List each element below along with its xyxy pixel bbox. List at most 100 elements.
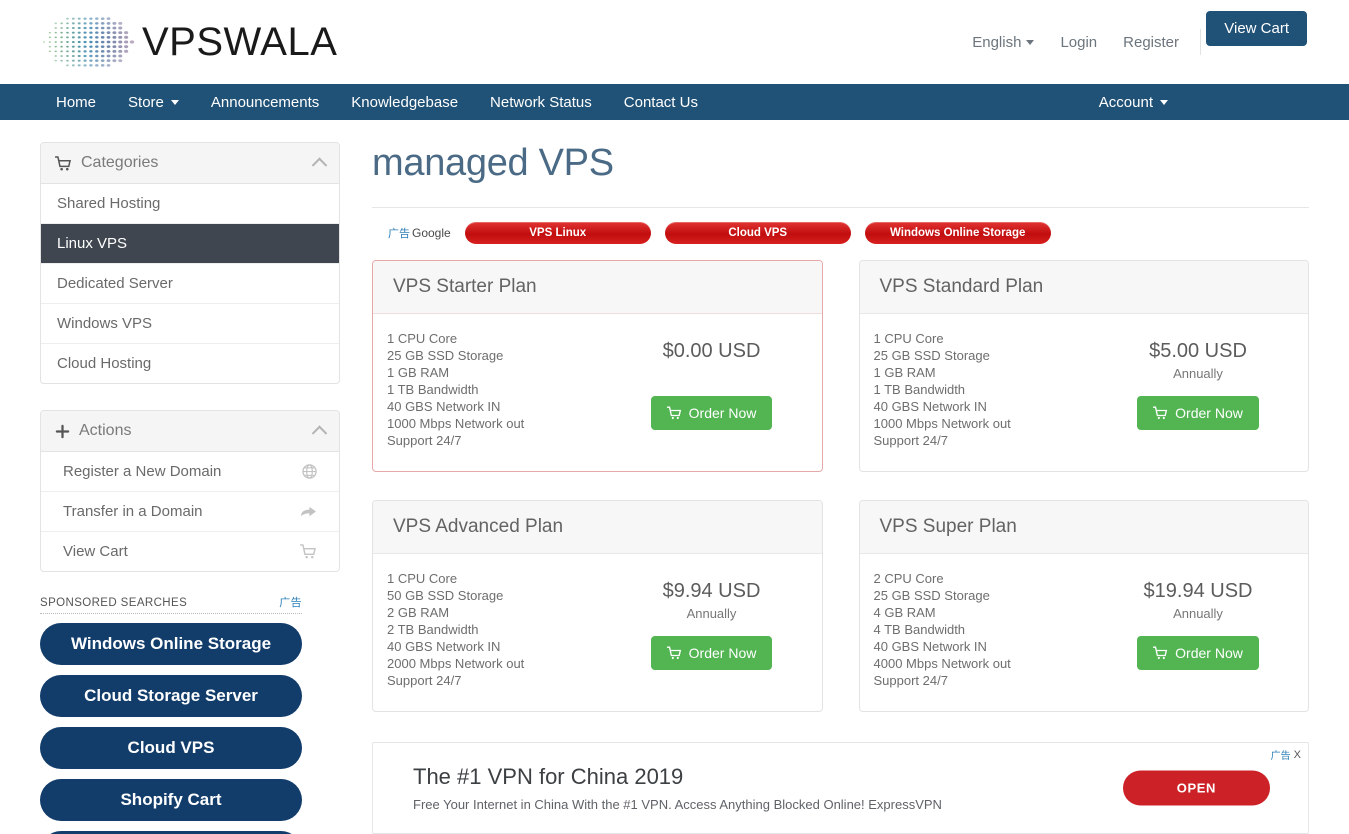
feature-list: 1 CPU Core 25 GB SSD Storage 1 GB RAM 1 … bbox=[874, 330, 1109, 449]
chevron-up-icon[interactable] bbox=[311, 425, 328, 441]
price-column: $5.00 USD Annually Order Now bbox=[1108, 330, 1288, 449]
actions-title: Actions bbox=[79, 422, 132, 439]
categories-title: Categories bbox=[81, 154, 159, 171]
billing-cycle: Annually bbox=[1173, 606, 1223, 621]
sponsored-title: SPONSORED SEARCHES bbox=[40, 597, 188, 609]
order-now-button[interactable]: Order Now bbox=[650, 636, 773, 670]
feature-item: 40 GBS Network IN bbox=[873, 399, 987, 414]
product-card-vps-super-plan[interactable]: VPS Super Plan 2 CPU Core 25 GB SSD Stor… bbox=[858, 500, 1309, 712]
globe-icon bbox=[302, 464, 317, 479]
sidebar-item-windows-vps[interactable]: Windows VPS bbox=[41, 304, 339, 344]
action-register-domain[interactable]: Register a New Domain bbox=[41, 452, 339, 492]
feature-item: 2 GB RAM bbox=[387, 605, 450, 620]
brand-logo[interactable]: VPSWALA bbox=[38, 12, 337, 72]
product-title: VPS Starter Plan bbox=[373, 261, 822, 314]
product-grid: VPS Starter Plan 1 CPU Core 25 GB SSD St… bbox=[372, 260, 1309, 712]
price-column: $0.00 USD Order Now bbox=[622, 330, 802, 449]
sponsored-searches: SPONSORED SEARCHES 广告 Windows Online Sto… bbox=[40, 594, 302, 834]
order-now-button[interactable]: Order Now bbox=[1137, 636, 1259, 670]
product-body: 1 CPU Core 50 GB SSD Storage 2 GB RAM 2 … bbox=[373, 554, 822, 711]
share-arrow-icon bbox=[300, 504, 317, 519]
sidebar-item-dedicated-server[interactable]: Dedicated Server bbox=[41, 264, 339, 304]
sponsored-button-windows-online-storage[interactable]: Windows Online Storage bbox=[40, 623, 302, 665]
ad-label-cn: 广告 bbox=[1270, 751, 1291, 762]
actions-panel-header[interactable]: Actions bbox=[41, 411, 339, 452]
register-link[interactable]: Register bbox=[1123, 34, 1179, 51]
top-ad-label: 广告 Google bbox=[388, 225, 451, 241]
feature-item: Support 24/7 bbox=[873, 673, 948, 688]
sponsored-button-cloud-vps[interactable]: Cloud VPS bbox=[40, 727, 302, 769]
sidebar-item-cloud-hosting[interactable]: Cloud Hosting bbox=[41, 344, 339, 383]
chevron-down-icon bbox=[1160, 99, 1168, 105]
feature-item: Support 24/7 bbox=[387, 433, 462, 448]
nav-item-home[interactable]: Home bbox=[40, 84, 112, 120]
sponsored-button-shopify-cart[interactable]: Shopify Cart bbox=[40, 779, 302, 821]
language-label: English bbox=[972, 33, 1022, 51]
view-cart-button[interactable]: View Cart bbox=[1206, 11, 1307, 46]
feature-item: 1 GB RAM bbox=[873, 365, 936, 380]
banner-ad-open-button[interactable]: OPEN bbox=[1122, 770, 1270, 806]
product-title: VPS Advanced Plan bbox=[373, 501, 822, 554]
login-link[interactable]: Login bbox=[1060, 34, 1097, 51]
order-now-button[interactable]: Order Now bbox=[650, 396, 773, 430]
nav-item-announcements[interactable]: Announcements bbox=[195, 84, 335, 120]
sidebar-item-shared-hosting[interactable]: Shared Hosting bbox=[41, 184, 339, 224]
sidebar-item-label: Windows VPS bbox=[57, 315, 153, 332]
nav-item-knowledgebase[interactable]: Knowledgebase bbox=[335, 84, 474, 120]
product-card-vps-starter-plan[interactable]: VPS Starter Plan 1 CPU Core 25 GB SSD St… bbox=[372, 260, 823, 472]
banner-ad-title: The #1 VPN for China 2019 bbox=[413, 764, 684, 789]
nav-items: Home Store Announcements Knowledgebase N… bbox=[40, 84, 714, 120]
cart-icon bbox=[55, 155, 72, 171]
feature-item: 2 CPU Core bbox=[873, 571, 944, 586]
top-ad-strip: 广告 Google VPS Linux Cloud VPS Windows On… bbox=[372, 208, 1309, 256]
ad-pill-cloud-vps[interactable]: Cloud VPS bbox=[664, 222, 851, 244]
cart-icon bbox=[666, 406, 682, 420]
feature-item: 2 TB Bandwidth bbox=[387, 622, 479, 637]
feature-item: Support 24/7 bbox=[873, 433, 948, 448]
close-icon[interactable]: X bbox=[1294, 749, 1301, 761]
main-content: managed VPS 广告 Google VPS Linux Cloud VP… bbox=[372, 142, 1309, 834]
order-now-label: Order Now bbox=[688, 405, 757, 421]
page-title: managed VPS bbox=[372, 142, 1309, 208]
feature-item: 1000 Mbps Network out bbox=[387, 416, 525, 431]
feature-item: 40 GBS Network IN bbox=[387, 639, 501, 654]
product-title: VPS Super Plan bbox=[859, 501, 1308, 554]
sidebar-item-linux-vps[interactable]: Linux VPS bbox=[41, 224, 339, 264]
feature-item: 50 GB SSD Storage bbox=[387, 588, 504, 603]
ad-pill-windows-online-storage[interactable]: Windows Online Storage bbox=[864, 222, 1051, 244]
sponsored-button-cloud-storage-server[interactable]: Cloud Storage Server bbox=[40, 675, 302, 717]
price-column: $9.94 USD Annually Order Now bbox=[622, 570, 802, 689]
nav-label: Contact Us bbox=[623, 93, 698, 111]
product-title: VPS Standard Plan bbox=[859, 261, 1308, 314]
nav-label: Announcements bbox=[210, 93, 320, 111]
banner-ad[interactable]: 广告 X The #1 VPN for China 2019 Free Your… bbox=[372, 742, 1309, 834]
billing-cycle: Annually bbox=[686, 606, 737, 621]
nav-item-network-status[interactable]: Network Status bbox=[474, 84, 608, 120]
chevron-up-icon[interactable] bbox=[311, 157, 328, 173]
banner-ad-subtitle: Free Your Internet in China With the #1 … bbox=[413, 797, 942, 812]
nav-item-contact-us[interactable]: Contact Us bbox=[608, 84, 714, 120]
categories-panel-header[interactable]: Categories bbox=[41, 143, 339, 184]
cart-icon bbox=[1153, 406, 1168, 420]
nav-item-store[interactable]: Store bbox=[112, 84, 195, 120]
order-now-button[interactable]: Order Now bbox=[1137, 396, 1259, 430]
chevron-down-icon bbox=[170, 99, 179, 105]
order-now-label: Order Now bbox=[1175, 405, 1243, 421]
cart-icon bbox=[300, 544, 317, 559]
billing-cycle: Annually bbox=[1173, 366, 1223, 381]
nav-label: Store bbox=[128, 93, 164, 111]
product-price: $5.00 USD bbox=[1149, 340, 1247, 362]
action-transfer-domain[interactable]: Transfer in a Domain bbox=[41, 492, 339, 532]
page-body: Categories Shared Hosting Linux VPS Dedi… bbox=[0, 120, 1349, 834]
sidebar-item-label: Dedicated Server bbox=[57, 275, 173, 292]
action-view-cart[interactable]: View Cart bbox=[41, 532, 339, 571]
product-card-vps-advanced-plan[interactable]: VPS Advanced Plan 1 CPU Core 50 GB SSD S… bbox=[372, 500, 823, 712]
nav-item-account[interactable]: Account bbox=[1083, 84, 1184, 120]
ad-pill-vps-linux[interactable]: VPS Linux bbox=[464, 222, 651, 244]
product-card-vps-standard-plan[interactable]: VPS Standard Plan 1 CPU Core 25 GB SSD S… bbox=[858, 260, 1309, 472]
nav-label: Network Status bbox=[490, 93, 592, 111]
sidebar-item-label: Cloud Hosting bbox=[57, 355, 152, 372]
categories-list: Shared Hosting Linux VPS Dedicated Serve… bbox=[41, 184, 339, 383]
product-body: 1 CPU Core 25 GB SSD Storage 1 GB RAM 1 … bbox=[373, 314, 822, 471]
language-selector[interactable]: English bbox=[972, 33, 1035, 51]
